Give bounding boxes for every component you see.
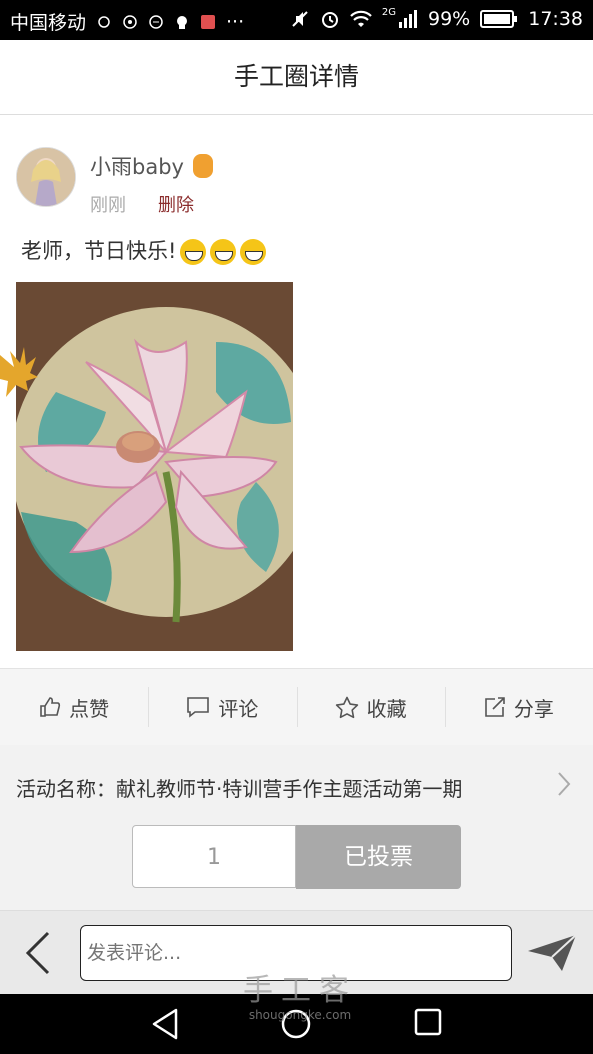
star-icon [335,696,358,718]
app-notification-icon [201,14,216,29]
mute-icon [292,11,308,27]
more-notifications-icon: ··· [226,10,245,33]
post-timestamp: 刚刚 [90,195,126,216]
baby-emoji-icon [192,154,213,178]
app-notification-icon [177,15,188,29]
battery-percent: 99% [428,8,471,30]
favorite-button[interactable]: 收藏 [296,669,445,745]
like-button[interactable]: 点赞 [0,669,148,745]
watermark: 手工客 shougongke.com [243,973,357,1023]
network-type: 2G [381,6,396,18]
maple-leaf-icon [0,347,38,397]
avatar[interactable] [16,147,76,207]
vote-count: 1 [132,825,296,888]
clock: 17:38 [528,8,583,30]
battery-icon [480,10,518,28]
grin-emoji-icon [210,239,237,265]
send-icon[interactable] [526,933,578,973]
status-bar: 中国移动 ··· 2G 99% 17:38 [0,0,593,40]
action-bar: 点赞 评论 收藏 分享 [0,668,593,746]
comment-icon [187,697,210,718]
share-icon [485,697,505,717]
activity-row[interactable]: 活动名称：献礼教师节·特训营手作主题活动第一期 [0,745,593,825]
page-title: 手工圈详情 [233,62,359,91]
share-button[interactable]: 分享 [444,669,593,745]
post-card: 小雨baby 刚刚 删除 老师，节日快乐! [0,115,593,668]
app-notification-icon [98,15,110,28]
voted-button[interactable]: 已投票 [296,825,461,889]
title-bar: 手工圈详情 [0,40,593,115]
post-photo[interactable] [16,282,293,651]
wifi-icon [350,10,372,27]
username[interactable]: 小雨baby [90,151,213,181]
comment-button[interactable]: 评论 [148,669,296,745]
activity-name: 活动名称：献礼教师节·特训营手作主题活动第一期 [16,777,463,801]
chevron-right-icon [558,772,571,796]
delete-button[interactable]: 删除 [158,191,194,217]
back-arrow-icon[interactable] [20,931,60,975]
thumbs-up-icon [40,697,61,717]
grin-emoji-icon [180,239,207,265]
post-content: 老师，节日快乐! [21,235,267,265]
signal-icon [399,10,417,28]
app-notification-icon [123,14,137,29]
app-notification-icon [149,14,163,29]
nav-recents-icon[interactable] [414,1008,442,1036]
grin-emoji-icon [240,239,267,265]
alarm-icon [321,12,338,28]
carrier-label: 中国移动 [10,12,87,34]
nav-back-icon[interactable] [150,1008,180,1040]
